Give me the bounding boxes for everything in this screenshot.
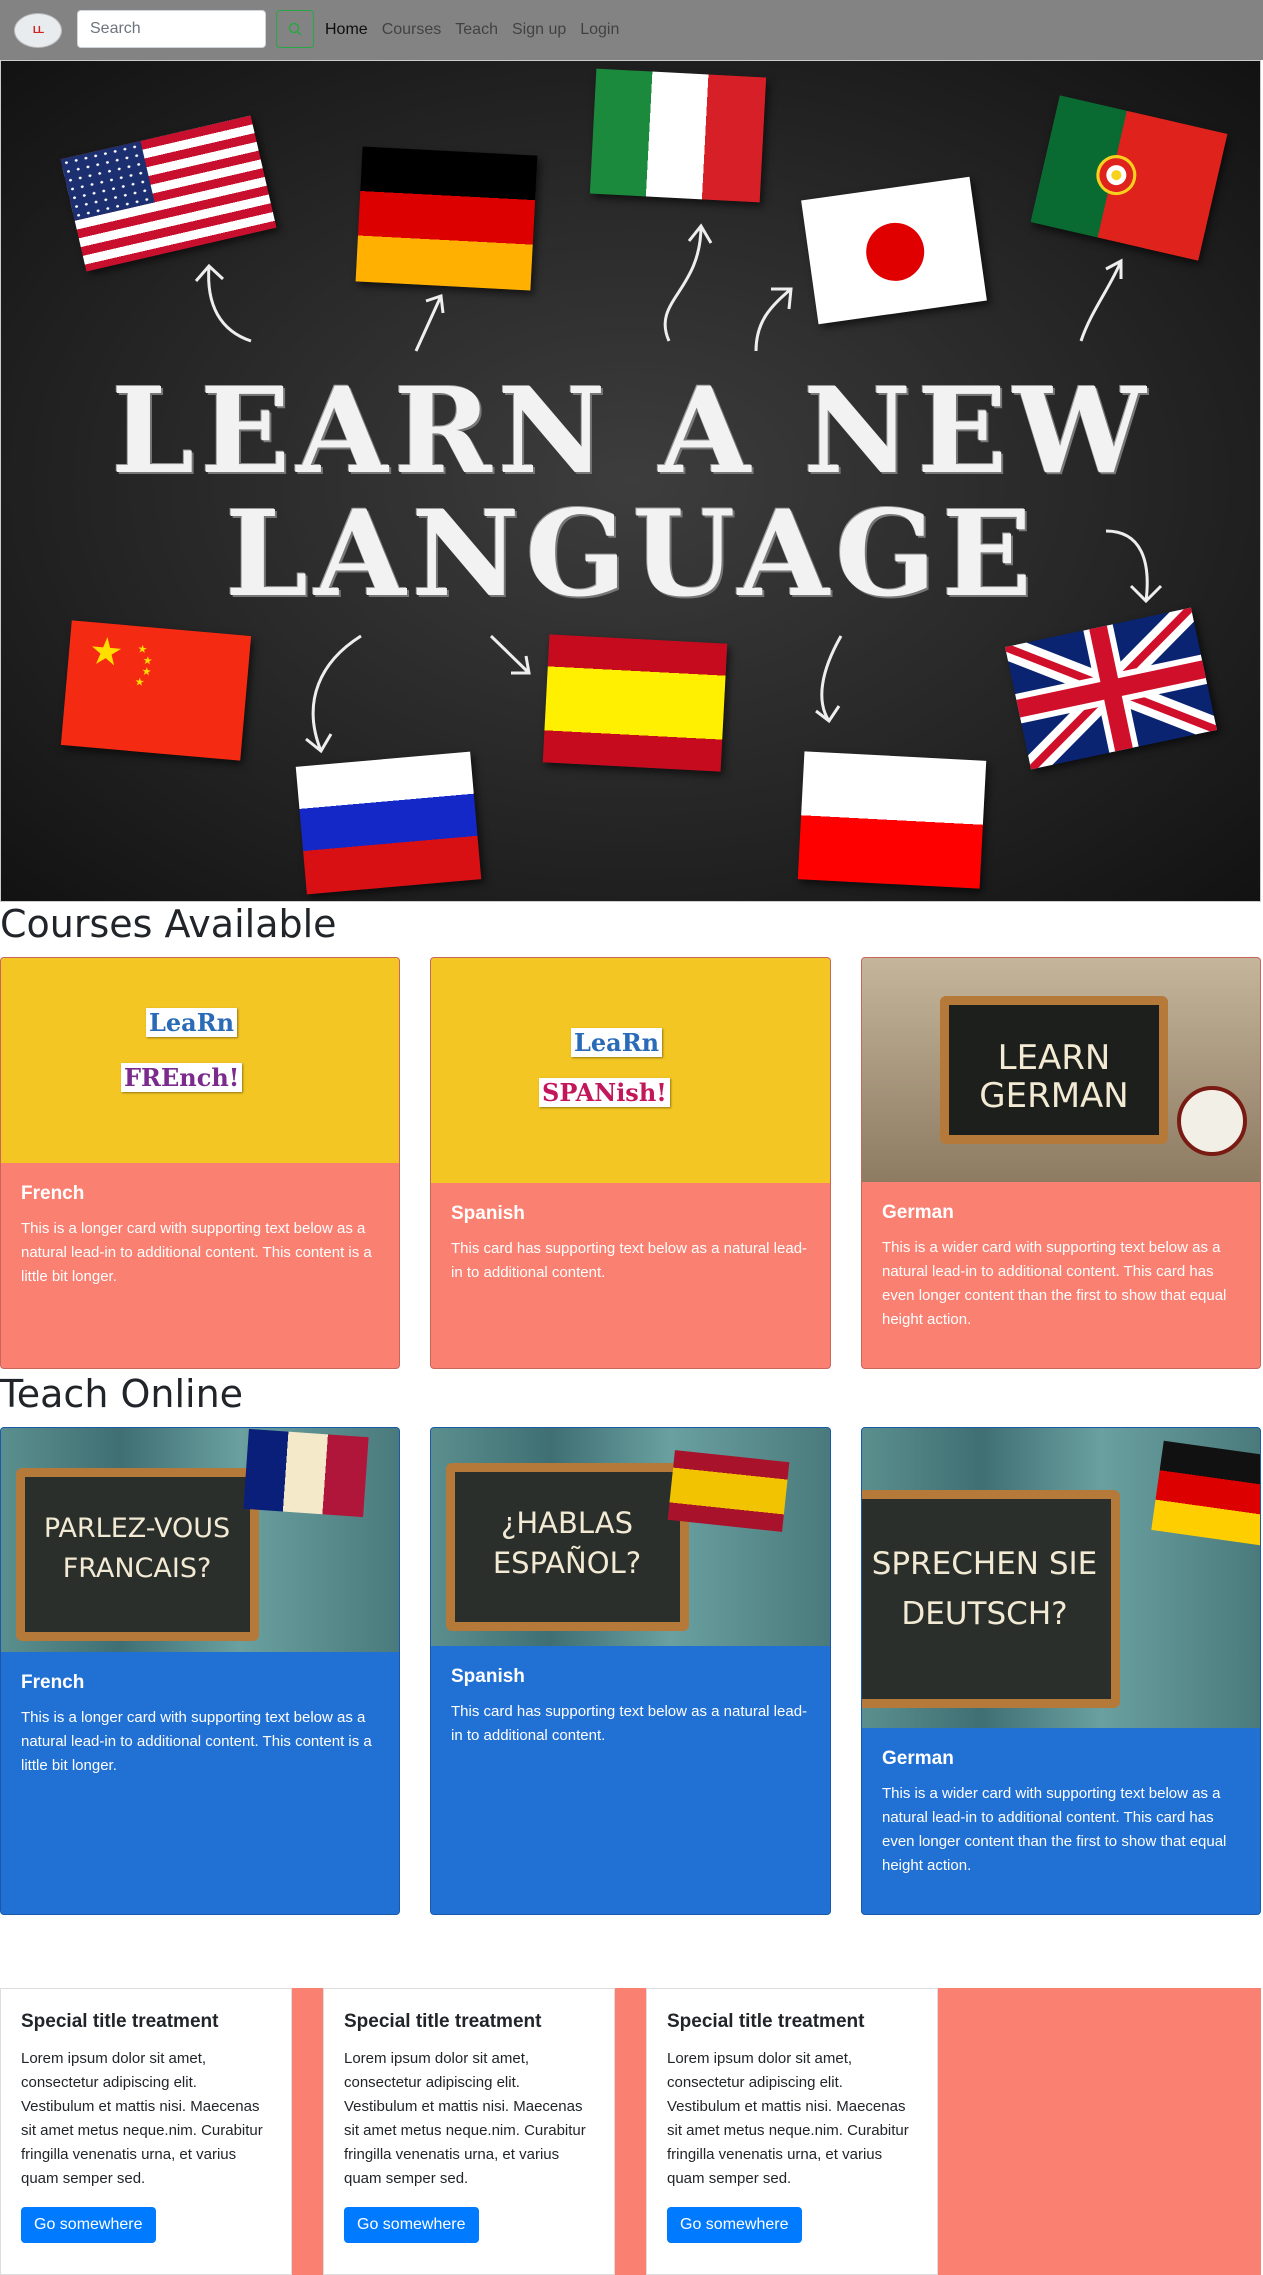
nav-link-teach[interactable]: Teach: [455, 21, 498, 39]
hero-banner: ★ ★ ★ ★ ★ LEARN A NEW LANGUAGE: [0, 60, 1261, 902]
card-title: Spanish: [451, 1203, 525, 1224]
image-text-line1: LEARN: [997, 1038, 1111, 1078]
special-card-text: Lorem ipsum dolor sit amet, consectetur …: [344, 2050, 586, 2187]
card-title: French: [21, 1183, 85, 1204]
card-title: German: [882, 1202, 954, 1223]
go-somewhere-button[interactable]: Go somewhere: [21, 2207, 156, 2243]
course-card-german[interactable]: LEARN GERMAN German This is a wider card…: [861, 957, 1261, 1369]
special-card-text: Lorem ipsum dolor sit amet, consectetur …: [667, 2050, 909, 2187]
image-text-line1: LeaRn: [571, 1028, 663, 1057]
image-text-line2: ESPAÑOL?: [492, 1546, 642, 1580]
card-body: Spanish This card has supporting text be…: [431, 1183, 830, 1305]
site-logo[interactable]: LL: [14, 13, 62, 48]
special-card-title: Special title treatment: [21, 2011, 219, 2032]
card-text: This is a longer card with supporting te…: [21, 1220, 372, 1285]
navbar: LL Home Courses Teach Sign up Login: [0, 0, 1263, 60]
image-text-line2: FRANCAIS?: [62, 1553, 212, 1584]
germany-flag-small-icon: [1151, 1440, 1260, 1546]
card-body: German This is a wider card with support…: [862, 1182, 1260, 1352]
teach-image-german: SPRECHEN SIE DEUTSCH?: [862, 1428, 1260, 1728]
card-body: French This is a longer card with suppor…: [1, 1652, 399, 1798]
course-card-spanish[interactable]: LeaRn SPANish! Spanish This card has sup…: [430, 957, 831, 1369]
course-card-french[interactable]: LeaRn FREnch! French This is a longer ca…: [0, 957, 400, 1369]
go-somewhere-button[interactable]: Go somewhere: [667, 2207, 802, 2243]
image-text-line1: ¿HABLAS: [500, 1506, 633, 1540]
teach-card-spanish[interactable]: ¿HABLAS ESPAÑOL? Spanish This card has s…: [430, 1427, 831, 1915]
course-image-french: LeaRn FREnch!: [1, 958, 399, 1163]
card-body: German This is a wider card with support…: [862, 1728, 1260, 1898]
image-text-line2: GERMAN: [979, 1076, 1129, 1116]
image-text-line1: SPRECHEN SIE: [871, 1546, 1098, 1582]
course-image-spanish: LeaRn SPANish!: [431, 958, 830, 1183]
special-section: Special title treatment Lorem ipsum dolo…: [0, 1988, 1261, 2275]
nav-link-home[interactable]: Home: [325, 21, 368, 39]
alarm-clock-icon: [1177, 1086, 1247, 1156]
spain-flag-small-icon: [667, 1450, 790, 1532]
search-button[interactable]: [276, 10, 314, 48]
card-text: This card has supporting text below as a…: [451, 1240, 808, 1281]
image-text-line1: LeaRn: [146, 1008, 238, 1037]
nav-link-login[interactable]: Login: [580, 21, 619, 39]
special-card-title: Special title treatment: [667, 2011, 865, 2032]
card-text: This card has supporting text below as a…: [451, 1703, 808, 1744]
card-body: Spanish This card has supporting text be…: [431, 1646, 830, 1768]
teach-card-german[interactable]: SPRECHEN SIE DEUTSCH? German This is a w…: [861, 1427, 1261, 1915]
hero-title-line1: LEARN A NEW: [111, 361, 1152, 500]
course-image-german: LEARN GERMAN: [862, 958, 1260, 1182]
card-title: French: [21, 1672, 85, 1693]
special-card-1: Special title treatment Lorem ipsum dolo…: [0, 1988, 292, 2275]
courses-section-title: Courses Available: [0, 902, 337, 946]
card-title: Spanish: [451, 1666, 525, 1687]
france-flag-icon: [243, 1428, 369, 1518]
special-card-text: Lorem ipsum dolor sit amet, consectetur …: [21, 2050, 263, 2187]
search-input[interactable]: [77, 10, 266, 48]
nav-link-courses[interactable]: Courses: [382, 21, 442, 39]
teach-image-french: PARLEZ-VOUS FRANCAIS?: [1, 1428, 399, 1652]
hero-title-line2: LANGUAGE: [225, 484, 1038, 623]
image-text-line2: DEUTSCH?: [901, 1596, 1068, 1632]
card-body: French This is a longer card with suppor…: [1, 1163, 399, 1309]
teach-card-french[interactable]: PARLEZ-VOUS FRANCAIS? French This is a l…: [0, 1427, 400, 1915]
nav-links: Home Courses Teach Sign up Login: [325, 0, 633, 60]
image-text-line1: PARLEZ-VOUS: [43, 1513, 231, 1544]
image-text-line2: SPANish!: [539, 1078, 670, 1107]
search-icon: [288, 22, 302, 36]
special-card-3: Special title treatment Lorem ipsum dolo…: [646, 1988, 938, 2275]
teach-image-spanish: ¿HABLAS ESPAÑOL?: [431, 1428, 830, 1646]
nav-link-signup[interactable]: Sign up: [512, 21, 566, 39]
teach-section-title: Teach Online: [0, 1372, 244, 1416]
special-card-2: Special title treatment Lorem ipsum dolo…: [323, 1988, 615, 2275]
logo-text: LL: [32, 25, 44, 36]
card-text: This is a wider card with supporting tex…: [882, 1785, 1227, 1874]
card-text: This is a wider card with supporting tex…: [882, 1239, 1227, 1328]
card-text: This is a longer card with supporting te…: [21, 1709, 372, 1774]
image-text-line2: FREnch!: [121, 1063, 243, 1092]
go-somewhere-button[interactable]: Go somewhere: [344, 2207, 479, 2243]
special-card-title: Special title treatment: [344, 2011, 542, 2032]
card-title: German: [882, 1748, 954, 1769]
